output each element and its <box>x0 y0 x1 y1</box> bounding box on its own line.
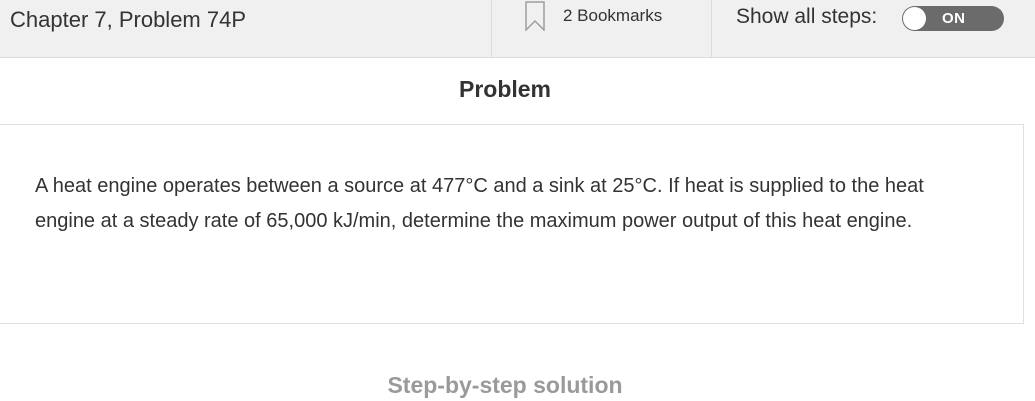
show-all-steps-toggle[interactable]: ON <box>902 6 1004 31</box>
step-by-step-solution-heading: Step-by-step solution <box>387 372 623 398</box>
problem-statement: A heat engine operates between a source … <box>35 175 924 232</box>
toggle-knob <box>903 7 926 30</box>
header-divider <box>491 0 492 57</box>
header-divider <box>711 0 712 57</box>
problem-heading: Problem <box>458 76 552 102</box>
problem-card: A heat engine operates between a source … <box>0 124 1024 324</box>
bookmarks-button[interactable]: 2 Bookmarks <box>493 0 711 57</box>
toggle-state-label: ON <box>942 10 966 27</box>
bookmark-icon <box>525 1 545 31</box>
show-all-steps-label: Show all steps: <box>736 5 878 28</box>
top-bar: Chapter 7, Problem 74P 2 Bookmarks Show … <box>0 0 1035 58</box>
bookmarks-count-label: 2 Bookmarks <box>563 6 663 25</box>
chapter-title: Chapter 7, Problem 74P <box>10 7 247 32</box>
